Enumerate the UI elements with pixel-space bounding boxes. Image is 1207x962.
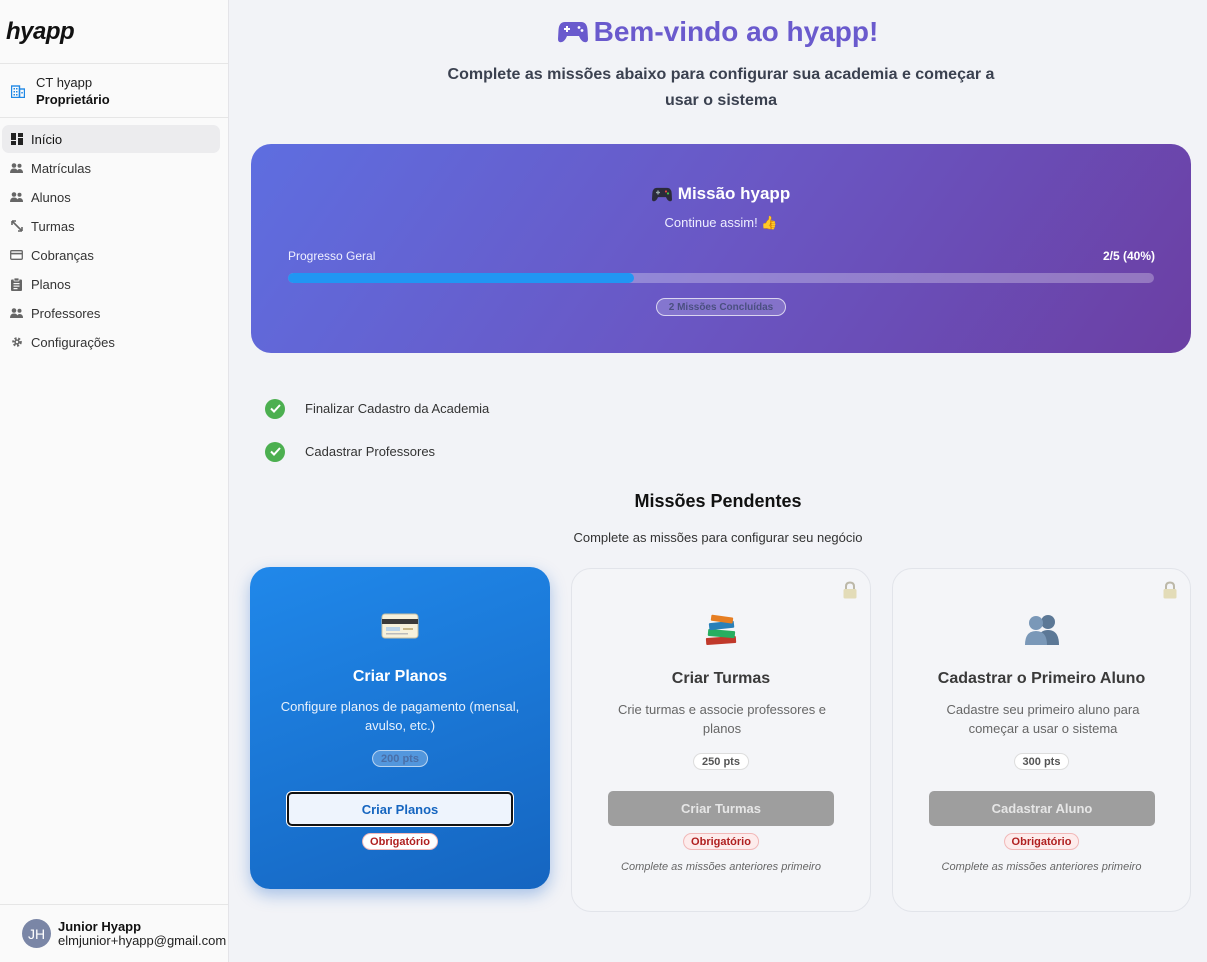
building-icon — [10, 83, 26, 99]
progress-label: Progresso Geral — [288, 249, 376, 263]
sidebar-item-label: Planos — [31, 276, 71, 292]
sidebar-item-label: Turmas — [31, 218, 75, 234]
people-icon — [893, 613, 1190, 647]
sidebar-item-matriculas[interactable]: Matrículas — [2, 154, 220, 182]
clipboard-icon — [10, 277, 23, 291]
progress-bar-fill — [288, 273, 635, 283]
gamepad-icon — [651, 187, 672, 201]
people-icon — [10, 307, 23, 320]
page-subtitle: Complete as missões abaixo para configur… — [447, 66, 995, 109]
sidebar-item-label: Configurações — [31, 334, 115, 350]
required-badge: Obrigatório — [683, 833, 759, 850]
completed-missions-badge: 2 Missões Concluídas — [656, 298, 786, 316]
completed-missions-list: Finalizar Cadastro da Academia Cadastrar… — [265, 387, 489, 473]
sidebar-item-configuracoes[interactable]: Configurações — [2, 328, 220, 356]
lock-icon — [843, 581, 857, 599]
sidebar-item-alunos[interactable]: Alunos — [2, 183, 220, 211]
people-icon — [10, 162, 23, 175]
sidebar-item-label: Matrículas — [31, 160, 91, 176]
cadastrar-aluno-button[interactable]: Cadastrar Aluno — [929, 791, 1155, 826]
mission-encouragement: Continue assim! 👍 — [664, 215, 778, 230]
pending-missions-title: Missões Pendentes — [634, 491, 802, 511]
pending-missions-subtitle: Complete as missões para configurar seu … — [573, 530, 863, 545]
sidebar-item-label: Professores — [31, 305, 101, 321]
sidebar-nav: Início Matrículas Alunos Turmas Cobrança… — [0, 118, 228, 364]
sidebar-item-label: Alunos — [31, 189, 71, 205]
mission-card-title: Criar Turmas — [671, 670, 771, 687]
required-badge: Obrigatório — [1003, 833, 1080, 850]
mission-progress-card: Missão hyapp Continue assim! 👍 Progresso… — [251, 144, 1191, 353]
mission-card-title: Cadastrar o Primeiro Aluno — [937, 670, 1146, 687]
criar-planos-button[interactable]: Criar Planos — [287, 792, 513, 826]
sidebar-item-planos[interactable]: Planos — [2, 270, 220, 298]
locked-note: Complete as missões anteriores primeiro — [941, 861, 1142, 873]
mission-card-cadastrar-aluno: Cadastrar o Primeiro Aluno Cadastre seu … — [892, 568, 1191, 912]
books-icon — [572, 613, 870, 647]
people-icon — [10, 191, 23, 204]
mission-card-description: Cadastre seu primeiro aluno para começar… — [946, 702, 1140, 736]
sidebar-item-professores[interactable]: Professores — [2, 299, 220, 327]
criar-turmas-button[interactable]: Criar Turmas — [608, 791, 834, 826]
progress-value: 2/5 (40%) — [1102, 249, 1155, 263]
sidebar-item-inicio[interactable]: Início — [2, 125, 220, 153]
points-badge: 200 pts — [372, 750, 428, 767]
progress-bar — [288, 273, 1154, 283]
user-email: elmjunior+hyapp@gmail.com — [58, 932, 227, 948]
points-badge: 250 pts — [693, 753, 749, 770]
completed-mission-label: Cadastrar Professores — [305, 444, 436, 459]
points-badge: 300 pts — [1013, 753, 1070, 770]
main-content: Bem-vindo ao hyapp! Complete as missões … — [229, 0, 1207, 962]
mission-card-description: Crie turmas e associe professores e plan… — [617, 702, 827, 736]
dashboard-icon — [10, 133, 23, 146]
swap-icon — [10, 220, 23, 233]
user-name: Junior Hyapp — [58, 918, 142, 934]
check-circle-icon — [265, 398, 285, 419]
credit-card-icon — [250, 611, 550, 645]
organization-role: Proprietário — [36, 91, 110, 107]
welcome-title: Bem-vindo ao hyapp! — [593, 16, 879, 47]
user-profile[interactable]: JH Junior Hyapp elmjunior+hyapp@gmail.co… — [0, 904, 228, 962]
sidebar-item-turmas[interactable]: Turmas — [2, 212, 220, 240]
sidebar-item-cobrancas[interactable]: Cobranças — [2, 241, 220, 269]
sidebar-item-label: Cobranças — [31, 247, 94, 263]
avatar: JH — [22, 919, 51, 948]
mission-card-criar-planos: Criar Planos Configure planos de pagamen… — [250, 567, 550, 889]
sidebar: hyapp CT hyapp Proprietário Início Matrí… — [0, 0, 229, 962]
completed-mission-item: Finalizar Cadastro da Academia — [265, 387, 489, 430]
page-title: Bem-vindo ao hyapp! — [229, 16, 1207, 48]
sidebar-item-label: Início — [31, 131, 63, 147]
completed-mission-label: Finalizar Cadastro da Academia — [305, 401, 490, 416]
required-badge: Obrigatório — [362, 833, 438, 850]
check-circle-icon — [265, 441, 285, 462]
completed-mission-item: Cadastrar Professores — [265, 430, 489, 473]
lock-icon — [1163, 581, 1177, 599]
mission-card-criar-turmas: Criar Turmas Crie turmas e associe profe… — [571, 568, 871, 912]
organization-switcher[interactable]: CT hyapp Proprietário — [0, 64, 228, 118]
mission-card-title: Criar Planos — [352, 668, 448, 685]
mission-title: Missão hyapp — [251, 184, 1191, 204]
mission-card-description: Configure planos de pagamento (mensal, a… — [280, 699, 520, 733]
organization-name: CT hyapp — [36, 74, 93, 90]
app-logo[interactable]: hyapp — [0, 0, 228, 64]
locked-note: Complete as missões anteriores primeiro — [621, 861, 821, 873]
credit-card-icon — [10, 249, 23, 262]
gamepad-icon — [557, 22, 588, 43]
gear-icon — [10, 336, 23, 349]
